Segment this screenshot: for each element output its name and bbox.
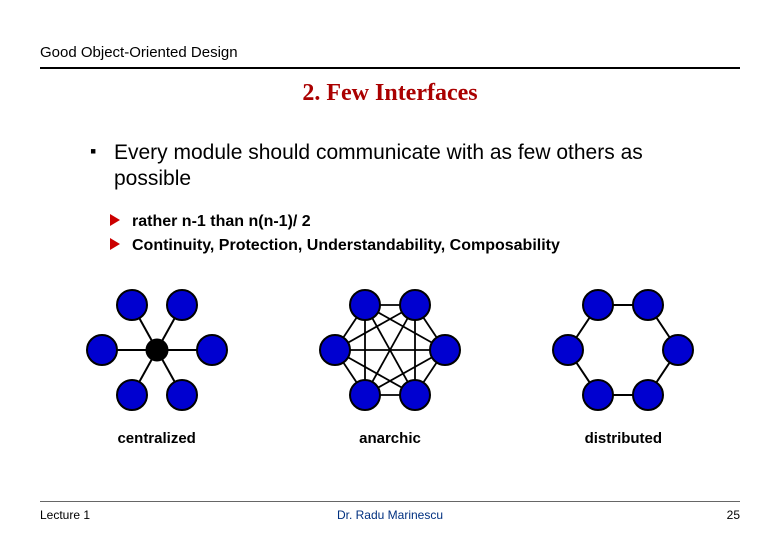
- diagram-label: distributed: [523, 430, 723, 447]
- anarchic-graph-icon: [310, 280, 470, 420]
- slide-title: 2. Few Interfaces: [0, 80, 780, 107]
- bullet-sub-1: rather n-1 than n(n-1)/ 2: [110, 211, 720, 233]
- bullet-main: Every module should communicate with as …: [90, 140, 720, 193]
- slide: Good Object-Oriented Design 2. Few Inter…: [0, 0, 780, 540]
- footer-center: Dr. Radu Marinescu: [337, 508, 443, 522]
- slide-header: Good Object-Oriented Design: [40, 44, 740, 69]
- body-text: Every module should communicate with as …: [90, 140, 720, 259]
- diagram-centralized: centralized: [57, 280, 257, 447]
- footer: Lecture 1 Dr. Radu Marinescu 25: [40, 501, 740, 522]
- centralized-graph-icon: [77, 280, 237, 420]
- bullet-sub-2: Continuity, Protection, Understandabilit…: [110, 235, 720, 257]
- diagram-label: anarchic: [290, 430, 490, 447]
- diagram-distributed: distributed: [523, 280, 723, 447]
- distributed-graph-icon: [543, 280, 703, 420]
- footer-left: Lecture 1: [40, 508, 90, 522]
- diagram-anarchic: anarchic: [290, 280, 490, 447]
- footer-right: 25: [727, 508, 740, 522]
- diagram-label: centralized: [57, 430, 257, 447]
- diagram-row: centralized: [40, 280, 740, 447]
